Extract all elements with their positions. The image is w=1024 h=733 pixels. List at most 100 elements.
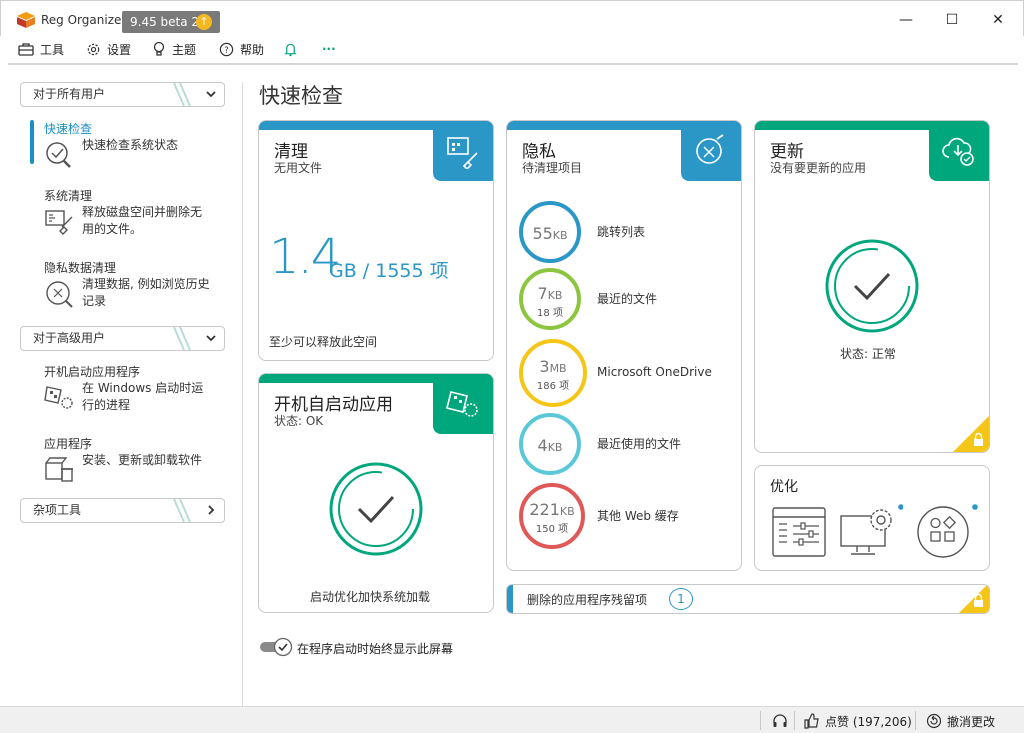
privacy-count: 150 项 <box>535 524 569 535</box>
help-menu[interactable]: ? 帮助 <box>219 39 264 59</box>
privacy-item-label: Microsoft OneDrive <box>597 365 712 379</box>
sidebar-divider <box>242 82 243 706</box>
sidebar-item-title: 应用程序 <box>44 437 93 451</box>
lock-icon[interactable] <box>953 416 989 452</box>
privacy-card[interactable]: 隐私 待清理项目 55KB 跳转列表 7KB 18 项 最近的文件 3MB 18… <box>506 120 742 571</box>
card-title: 优化 <box>770 479 798 495</box>
apps-grid-icon[interactable] <box>915 504 979 560</box>
privacy-size-ring: 7KB 18 项 <box>519 268 581 330</box>
version-label: 9.45 beta 2 <box>130 15 200 29</box>
privacy-item-label: 最近的文件 <box>597 292 658 306</box>
close-button[interactable]: ✕ <box>983 7 1013 33</box>
like-button[interactable]: 点赞 (197,206) <box>804 712 912 730</box>
notifications-button[interactable] <box>283 39 304 59</box>
support-button[interactable] <box>772 712 793 730</box>
more-menu-button[interactable]: ··· <box>322 39 336 59</box>
startup-apps-icon <box>44 386 73 409</box>
privacy-item-recent-files[interactable]: 7KB 18 项 最近的文件 <box>519 268 734 332</box>
monitor-gear-icon[interactable] <box>839 504 903 560</box>
section-all-users-dropdown[interactable]: 对于所有用户 <box>20 82 225 107</box>
settings-menu[interactable]: 设置 <box>86 39 131 59</box>
stripes-decoration-icon <box>173 499 191 522</box>
privacy-size: 7KB <box>537 284 563 303</box>
privacy-item-jumplist[interactable]: 55KB 跳转列表 <box>519 201 734 265</box>
clean-card[interactable]: 清理 无用文件 1.4 GB / 1555 项 至少可以释放此空间 <box>258 120 494 361</box>
show-on-start-toggle[interactable] <box>259 637 293 657</box>
update-card[interactable]: 更新 没有要更新的应用 状态: 正常 <box>754 120 990 453</box>
privacy-item-label: 其他 Web 缓存 <box>597 509 679 523</box>
privacy-size: 3MB <box>539 357 567 376</box>
bell-icon <box>284 43 297 57</box>
section-misc-dropdown[interactable]: 杂项工具 <box>20 498 225 523</box>
stripes-decoration-icon <box>173 83 191 106</box>
sidebar-item-desc: 在 Windows 启动时运行的进程 <box>82 381 204 412</box>
tools-menu-label: 工具 <box>40 42 65 57</box>
cleanable-size-details: GB / 1555 项 <box>329 260 449 282</box>
toolbar: 工具 设置 主题 ? 帮助 ··· <box>0 36 1024 62</box>
section-advanced-dropdown[interactable]: 对于高级用户 <box>20 326 225 351</box>
sidebar-item-system-cleanup[interactable]: 系统清理 释放磁盘空间并删除无用的文件。 <box>30 187 230 243</box>
sidebar-item-title: 隐私数据清理 <box>44 261 117 275</box>
status-ok-check-icon <box>329 462 423 556</box>
privacy-cleanup-icon <box>46 281 73 308</box>
settings-menu-label: 设置 <box>107 42 132 57</box>
lock-icon[interactable] <box>953 584 989 613</box>
card-badge <box>433 374 493 434</box>
sidebar-item-title: 开机启动应用程序 <box>44 365 141 379</box>
statusbar-separator <box>915 711 916 730</box>
privacy-item-label: 跳转列表 <box>597 225 646 239</box>
tools-menu[interactable]: 工具 <box>18 39 64 59</box>
update-status: 状态: 正常 <box>840 347 896 361</box>
undo-changes-button[interactable]: 撤消更改 <box>926 712 995 730</box>
status-ok-check-icon <box>825 239 919 333</box>
privacy-count: 186 项 <box>536 381 570 392</box>
sidebar-item-desc: 安装、更新或卸载软件 <box>82 453 203 467</box>
card-subtitle: 没有要更新的应用 <box>770 161 867 175</box>
sidebar-item-desc: 快速检查系统状态 <box>82 138 179 152</box>
maximize-button[interactable]: ☐ <box>937 7 967 33</box>
title-bar: Reg Organizer 9.45 beta 2 ↑ — ☐ ✕ <box>0 0 1024 36</box>
sidebar-item-desc: 清理数据, 例如浏览历史记录 <box>82 277 210 308</box>
privacy-size-ring: 3MB 186 项 <box>519 339 587 407</box>
app-residue-bar[interactable]: 删除的应用程序残留项 1 <box>506 584 990 614</box>
version-badge[interactable]: 9.45 beta 2 ↑ <box>122 11 220 33</box>
privacy-item-web-cache[interactable]: 221KB 150 项 其他 Web 缓存 <box>519 483 734 549</box>
card-badge <box>929 121 989 181</box>
theme-menu[interactable]: 主题 <box>152 39 196 59</box>
app-name: Reg Organizer <box>41 13 127 27</box>
settings-panel-icon[interactable] <box>771 506 827 558</box>
privacy-item-onedrive[interactable]: 3MB 186 项 Microsoft OneDrive <box>519 339 734 407</box>
cloud-download-icon <box>942 137 974 166</box>
sidebar-item-quick-check[interactable]: 快速检查 快速检查系统状态 <box>30 120 230 168</box>
stripes-decoration-icon <box>173 327 191 350</box>
update-available-icon[interactable]: ↑ <box>196 14 212 30</box>
privacy-item-label: 最近使用的文件 <box>597 437 682 451</box>
card-footer: 至少可以释放此空间 <box>269 335 378 349</box>
statusbar-separator <box>794 711 795 730</box>
minimize-button[interactable]: — <box>891 7 921 33</box>
help-menu-label: 帮助 <box>240 42 265 57</box>
section-all-users-label: 对于所有用户 <box>33 87 106 101</box>
sidebar-item-startup-apps[interactable]: 开机启动应用程序 在 Windows 启动时运行的进程 <box>30 363 230 419</box>
app-logo-icon <box>17 12 35 28</box>
quick-check-icon <box>46 142 71 168</box>
card-badge <box>433 121 493 181</box>
startup-flag-icon <box>446 391 478 417</box>
cleanup-tool-icon <box>447 137 478 169</box>
statusbar-separator <box>760 711 761 730</box>
startup-card[interactable]: 开机自启动应用 状态: OK 启动优化加快系统加载 <box>258 373 494 613</box>
card-subtitle: 无用文件 <box>274 161 323 175</box>
chevron-down-icon <box>206 91 216 98</box>
show-on-start-label: 在程序启动时始终显示此屏幕 <box>297 642 454 656</box>
section-advanced-label: 对于高级用户 <box>33 331 106 345</box>
headset-icon <box>773 714 787 727</box>
privacy-size-ring: 4KB <box>519 413 581 475</box>
sidebar-item-privacy-cleanup[interactable]: 隐私数据清理 清理数据, 例如浏览历史记录 <box>30 259 230 315</box>
card-badge <box>681 121 741 181</box>
sidebar-item-title: 快速检查 <box>44 122 93 136</box>
privacy-count: 18 项 <box>537 308 563 319</box>
applications-icon <box>45 457 73 482</box>
gear-icon <box>87 43 100 55</box>
sidebar-item-applications[interactable]: 应用程序 安装、更新或卸载软件 <box>30 435 230 491</box>
privacy-item-recently-used[interactable]: 4KB 最近使用的文件 <box>519 413 734 477</box>
